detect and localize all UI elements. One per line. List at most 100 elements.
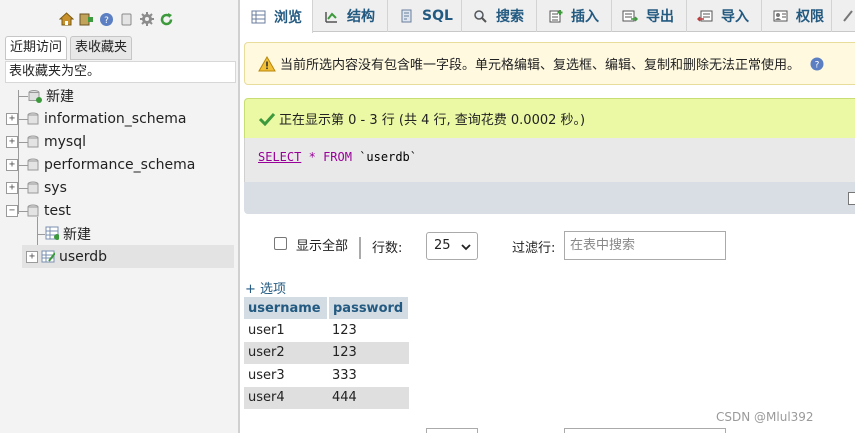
chevron-down-icon	[461, 244, 471, 251]
favorites-empty-message: 表收藏夹为空。	[5, 61, 236, 83]
phpmyadmin-window: ? 近期访问 表收藏夹 表收藏夹为空。 新建 + information_sch…	[0, 0, 855, 433]
tree-item-db[interactable]: + information_schema	[0, 107, 238, 130]
expand-icon[interactable]: +	[26, 250, 38, 263]
database-icon	[26, 204, 40, 218]
operations-icon	[842, 8, 854, 24]
tree-item-new[interactable]: 新建	[0, 84, 238, 107]
tree-item-label: performance_schema	[44, 156, 196, 173]
table-row[interactable]: user1 123	[244, 319, 409, 342]
search-icon	[472, 8, 488, 24]
new-database-icon	[28, 89, 42, 103]
expand-icon[interactable]: +	[6, 112, 18, 125]
warning-text: 当前所选内容没有包含唯一字段。单元格编辑、复选框、编辑、复制和删除无法正常使用。	[280, 58, 801, 73]
expand-icon[interactable]: +	[6, 135, 18, 148]
watermark: CSDN @Mlul392	[716, 410, 814, 424]
help-icon[interactable]: ?	[98, 11, 115, 28]
column-header-username[interactable]: username	[244, 297, 329, 319]
profiling-checkbox[interactable]	[848, 192, 855, 205]
tab-search[interactable]: 搜索	[462, 0, 537, 32]
docs-icon[interactable]	[118, 11, 135, 28]
table-cell[interactable]: 123	[328, 319, 409, 342]
tree-item-db-test[interactable]: − test	[0, 199, 238, 222]
navigation-controls: 显示全部 行数: 25 过滤行: 在表中搜索	[244, 226, 855, 266]
show-all-label[interactable]: 显示全部	[296, 235, 348, 254]
tree-item-label: mysql	[44, 133, 86, 150]
tree-item-table-userdb[interactable]: + userdb	[22, 245, 234, 268]
table-cell[interactable]: 123	[328, 341, 409, 364]
check-icon	[259, 112, 275, 126]
help-icon[interactable]: ?	[810, 57, 824, 71]
success-message: 正在显示第 0 - 3 行 (共 4 行, 查询花费 0.0002 秒。)	[244, 98, 855, 138]
tree-item-label: userdb	[59, 248, 108, 265]
table-row[interactable]: user3 333	[244, 364, 409, 387]
table-row[interactable]: user2 123	[244, 341, 409, 364]
sql-options-bar	[244, 182, 855, 214]
sql-icon	[398, 8, 414, 24]
top-tab-bar: 浏览 结构 SQL 搜索 插入 导出 导入 权限	[240, 0, 855, 33]
import-icon	[697, 8, 713, 24]
export-icon	[622, 8, 638, 24]
privileges-icon	[772, 8, 788, 24]
tab-recent[interactable]: 近期访问	[5, 36, 68, 60]
options-link[interactable]: + 选项	[245, 278, 286, 297]
reload-icon[interactable]	[158, 11, 175, 28]
table-cell[interactable]: user4	[244, 386, 328, 409]
database-icon	[26, 158, 40, 172]
table-row[interactable]: user4 444	[244, 386, 409, 409]
separator	[359, 237, 361, 259]
expand-icon[interactable]: +	[6, 181, 18, 194]
tree-item-label: information_schema	[44, 110, 187, 127]
tab-more[interactable]	[832, 0, 855, 32]
tree-item-label: 新建	[63, 226, 91, 243]
table-cell[interactable]: user1	[244, 319, 328, 342]
tree-item-label: 新建	[46, 88, 74, 105]
tab-insert[interactable]: 插入	[537, 0, 612, 32]
navigation-panel: ? 近期访问 表收藏夹 表收藏夹为空。 新建 + information_sch…	[0, 0, 238, 433]
rows-per-page-select[interactable]: 25	[426, 232, 478, 260]
rows-per-page-select-bottom[interactable]	[426, 428, 478, 433]
tab-privileges[interactable]: 权限	[762, 0, 832, 32]
column-header-password[interactable]: password	[328, 297, 410, 319]
tab-export[interactable]: 导出	[612, 0, 687, 32]
expand-icon[interactable]: +	[6, 158, 18, 171]
settings-icon[interactable]	[138, 11, 155, 28]
warning-notice: 当前所选内容没有包含唯一字段。单元格编辑、复选框、编辑、复制和删除无法正常使用。…	[244, 42, 855, 85]
collapse-icon[interactable]: −	[6, 204, 18, 217]
panel-divider[interactable]	[238, 0, 240, 433]
sql-keyword-from: FROM	[323, 150, 352, 164]
tab-import[interactable]: 导入	[687, 0, 762, 32]
table-cell[interactable]: 444	[328, 386, 409, 409]
sql-query-box[interactable]: SELECT * FROM `userdb`	[244, 138, 855, 182]
sql-keyword-select[interactable]: SELECT	[258, 150, 301, 164]
logout-icon[interactable]	[78, 11, 95, 28]
table-cell[interactable]: user3	[244, 364, 328, 387]
rows-label: 行数:	[372, 241, 403, 256]
tree-item-db[interactable]: + mysql	[0, 130, 238, 153]
table-header-row: username password	[244, 297, 410, 319]
home-icon[interactable]	[58, 11, 75, 28]
filter-label: 过滤行:	[512, 241, 556, 256]
tab-favorites[interactable]: 表收藏夹	[70, 36, 133, 60]
nav-toolbar: ?	[58, 9, 175, 29]
tree-item-new-table[interactable]: 新建	[0, 222, 238, 245]
tab-browse[interactable]: 浏览	[240, 0, 313, 33]
table-cell[interactable]: user2	[244, 341, 328, 364]
tree-item-db[interactable]: + sys	[0, 176, 238, 199]
svg-text:?: ?	[815, 60, 820, 70]
nav-tabs: 近期访问 表收藏夹	[5, 36, 133, 60]
filter-rows-input-bottom[interactable]	[564, 428, 726, 433]
table-cell[interactable]: 333	[328, 364, 409, 387]
database-icon	[26, 112, 40, 126]
results-table: username password user1 123 user2 123 us…	[244, 297, 410, 409]
filter-rows-input[interactable]: 在表中搜索	[564, 231, 726, 260]
tab-structure[interactable]: 结构	[313, 0, 388, 32]
success-text: 正在显示第 0 - 3 行 (共 4 行, 查询花费 0.0002 秒。)	[279, 113, 586, 128]
tab-sql[interactable]: SQL	[388, 0, 462, 32]
show-all-checkbox[interactable]	[274, 237, 287, 250]
insert-icon	[547, 8, 563, 24]
database-icon	[26, 135, 40, 149]
structure-icon	[323, 8, 339, 24]
warning-icon	[258, 55, 276, 71]
tree-item-db[interactable]: + performance_schema	[0, 153, 238, 176]
new-table-icon	[45, 226, 59, 241]
